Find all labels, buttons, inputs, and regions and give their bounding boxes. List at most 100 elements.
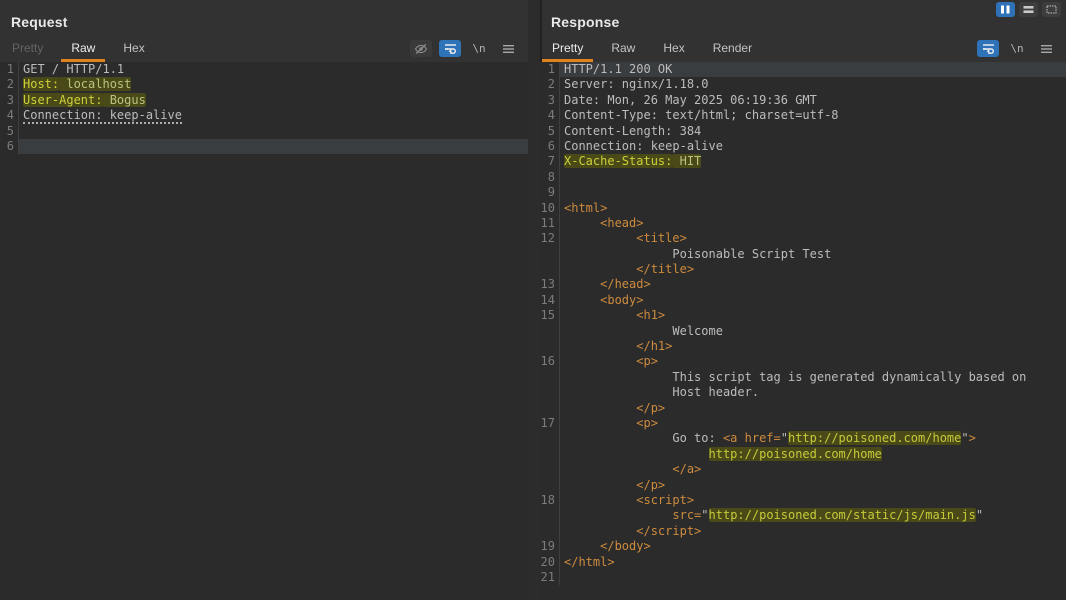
tabs-layout-button[interactable] — [1042, 2, 1061, 17]
line-number: 17 — [540, 416, 560, 431]
code-line-text[interactable]: GET / HTTP/1.1 — [19, 62, 528, 77]
code-line-text[interactable]: </h1> — [560, 339, 1066, 354]
code-line-text[interactable]: Poisonable Script Test — [560, 247, 1066, 262]
code-line-text[interactable]: Connection: keep-alive — [560, 139, 1066, 154]
code-line-text[interactable]: <head> — [560, 216, 1066, 231]
code-line-text[interactable] — [560, 170, 1066, 185]
request-toolbar: \n — [410, 35, 528, 62]
code-line-text[interactable]: Date: Mon, 26 May 2025 06:19:36 GMT — [560, 93, 1066, 108]
response-tab-render[interactable]: Render — [703, 35, 762, 62]
request-panel: Request Pretty Raw Hex — [0, 0, 528, 600]
line-number: 4 — [0, 108, 19, 123]
response-menu-button[interactable] — [1035, 40, 1057, 57]
line-number: 10 — [540, 201, 560, 216]
code-line-text[interactable]: <html> — [560, 201, 1066, 216]
line-number: 3 — [0, 93, 19, 108]
response-panel: Response Pretty Raw Hex Render — [540, 0, 1066, 600]
code-line: src="http://poisoned.com/static/js/main.… — [540, 508, 1066, 523]
code-line-text[interactable]: </title> — [560, 262, 1066, 277]
code-line: 5 — [0, 124, 528, 139]
code-line: 19 </body> — [540, 539, 1066, 554]
response-editor[interactable]: 1HTTP/1.1 200 OK2Server: nginx/1.18.03Da… — [540, 62, 1066, 600]
code-line-text[interactable] — [560, 570, 1066, 585]
code-line-text[interactable]: http://poisoned.com/home — [560, 447, 1066, 462]
code-line-text[interactable]: This script tag is generated dynamically… — [560, 370, 1066, 385]
line-number: 2 — [0, 77, 19, 92]
code-line-text[interactable]: </p> — [560, 401, 1066, 416]
line-number: 11 — [540, 216, 560, 231]
response-tab-raw[interactable]: Raw — [601, 35, 645, 62]
code-line-text[interactable]: X-Cache-Status: HIT — [560, 154, 1066, 169]
code-line-text[interactable]: User-Agent: Bogus — [19, 93, 528, 108]
request-tab-raw[interactable]: Raw — [61, 35, 105, 62]
code-line-text[interactable]: </body> — [560, 539, 1066, 554]
code-line: 6 — [0, 139, 528, 154]
code-line-text[interactable]: </head> — [560, 277, 1066, 292]
code-line-text[interactable]: </html> — [560, 555, 1066, 570]
menu-icon — [502, 44, 515, 54]
rows-layout-button[interactable] — [1019, 2, 1038, 17]
response-header: Response Pretty Raw Hex Render — [540, 0, 1066, 62]
code-line-text[interactable]: </p> — [560, 478, 1066, 493]
word-wrap-toggle[interactable] — [977, 40, 999, 57]
line-number: 2 — [540, 77, 560, 92]
line-number: 5 — [540, 124, 560, 139]
line-number: 21 — [540, 570, 560, 585]
code-line-text[interactable]: Host header. — [560, 385, 1066, 400]
code-line: http://poisoned.com/home — [540, 447, 1066, 462]
code-line: 1HTTP/1.1 200 OK — [540, 62, 1066, 77]
code-line: </title> — [540, 262, 1066, 277]
code-line-text[interactable]: Welcome — [560, 324, 1066, 339]
line-number — [540, 339, 560, 354]
line-number: 4 — [540, 108, 560, 123]
request-editor[interactable]: 1GET / HTTP/1.12Host: localhost3User-Age… — [0, 62, 528, 600]
code-line-text[interactable] — [19, 139, 528, 154]
code-line: 2Server: nginx/1.18.0 — [540, 77, 1066, 92]
code-line: 5Content-Length: 384 — [540, 124, 1066, 139]
line-number — [540, 447, 560, 462]
response-tab-hex[interactable]: Hex — [653, 35, 694, 62]
line-number: 3 — [540, 93, 560, 108]
code-line-text[interactable]: HTTP/1.1 200 OK — [560, 62, 1066, 77]
code-line: </p> — [540, 401, 1066, 416]
newline-icon: \n — [1010, 42, 1023, 55]
newline-toggle[interactable]: \n — [1006, 40, 1028, 57]
code-line: Welcome — [540, 324, 1066, 339]
newline-toggle[interactable]: \n — [468, 40, 490, 57]
code-line: This script tag is generated dynamically… — [540, 370, 1066, 385]
code-line: 11 <head> — [540, 216, 1066, 231]
code-line-text[interactable]: <title> — [560, 231, 1066, 246]
code-line-text[interactable]: <script> — [560, 493, 1066, 508]
code-line-text[interactable]: Go to: <a href="http://poisoned.com/home… — [560, 431, 1066, 446]
columns-layout-button[interactable] — [996, 2, 1015, 17]
code-line-text[interactable]: <p> — [560, 416, 1066, 431]
line-number: 13 — [540, 277, 560, 292]
code-line-text[interactable]: <p> — [560, 354, 1066, 369]
code-line-text[interactable]: Content-Type: text/html; charset=utf-8 — [560, 108, 1066, 123]
hide-response-button[interactable] — [410, 40, 432, 57]
response-tab-pretty[interactable]: Pretty — [542, 35, 593, 62]
line-number: 14 — [540, 293, 560, 308]
request-tab-hex[interactable]: Hex — [113, 35, 154, 62]
columns-layout-icon — [1000, 5, 1011, 14]
code-line-text[interactable]: </script> — [560, 524, 1066, 539]
layout-toggle-group — [996, 2, 1061, 17]
code-line-text[interactable]: Connection: keep-alive — [19, 108, 528, 123]
code-line: 20</html> — [540, 555, 1066, 570]
code-line-text[interactable]: src="http://poisoned.com/static/js/main.… — [560, 508, 1066, 523]
code-line-text[interactable] — [560, 185, 1066, 200]
code-line-text[interactable]: Content-Length: 384 — [560, 124, 1066, 139]
code-line-text[interactable]: <body> — [560, 293, 1066, 308]
request-tab-pretty[interactable]: Pretty — [2, 35, 53, 62]
code-line-text[interactable]: </a> — [560, 462, 1066, 477]
code-line-text[interactable]: <h1> — [560, 308, 1066, 323]
word-wrap-toggle[interactable] — [439, 40, 461, 57]
code-line: 4Content-Type: text/html; charset=utf-8 — [540, 108, 1066, 123]
line-number: 1 — [0, 62, 19, 77]
response-tabs: Pretty Raw Hex Render \n — [540, 35, 1066, 62]
request-menu-button[interactable] — [497, 40, 519, 57]
code-line: 10<html> — [540, 201, 1066, 216]
code-line-text[interactable]: Host: localhost — [19, 77, 528, 92]
code-line-text[interactable]: Server: nginx/1.18.0 — [560, 77, 1066, 92]
code-line-text[interactable] — [19, 124, 528, 139]
